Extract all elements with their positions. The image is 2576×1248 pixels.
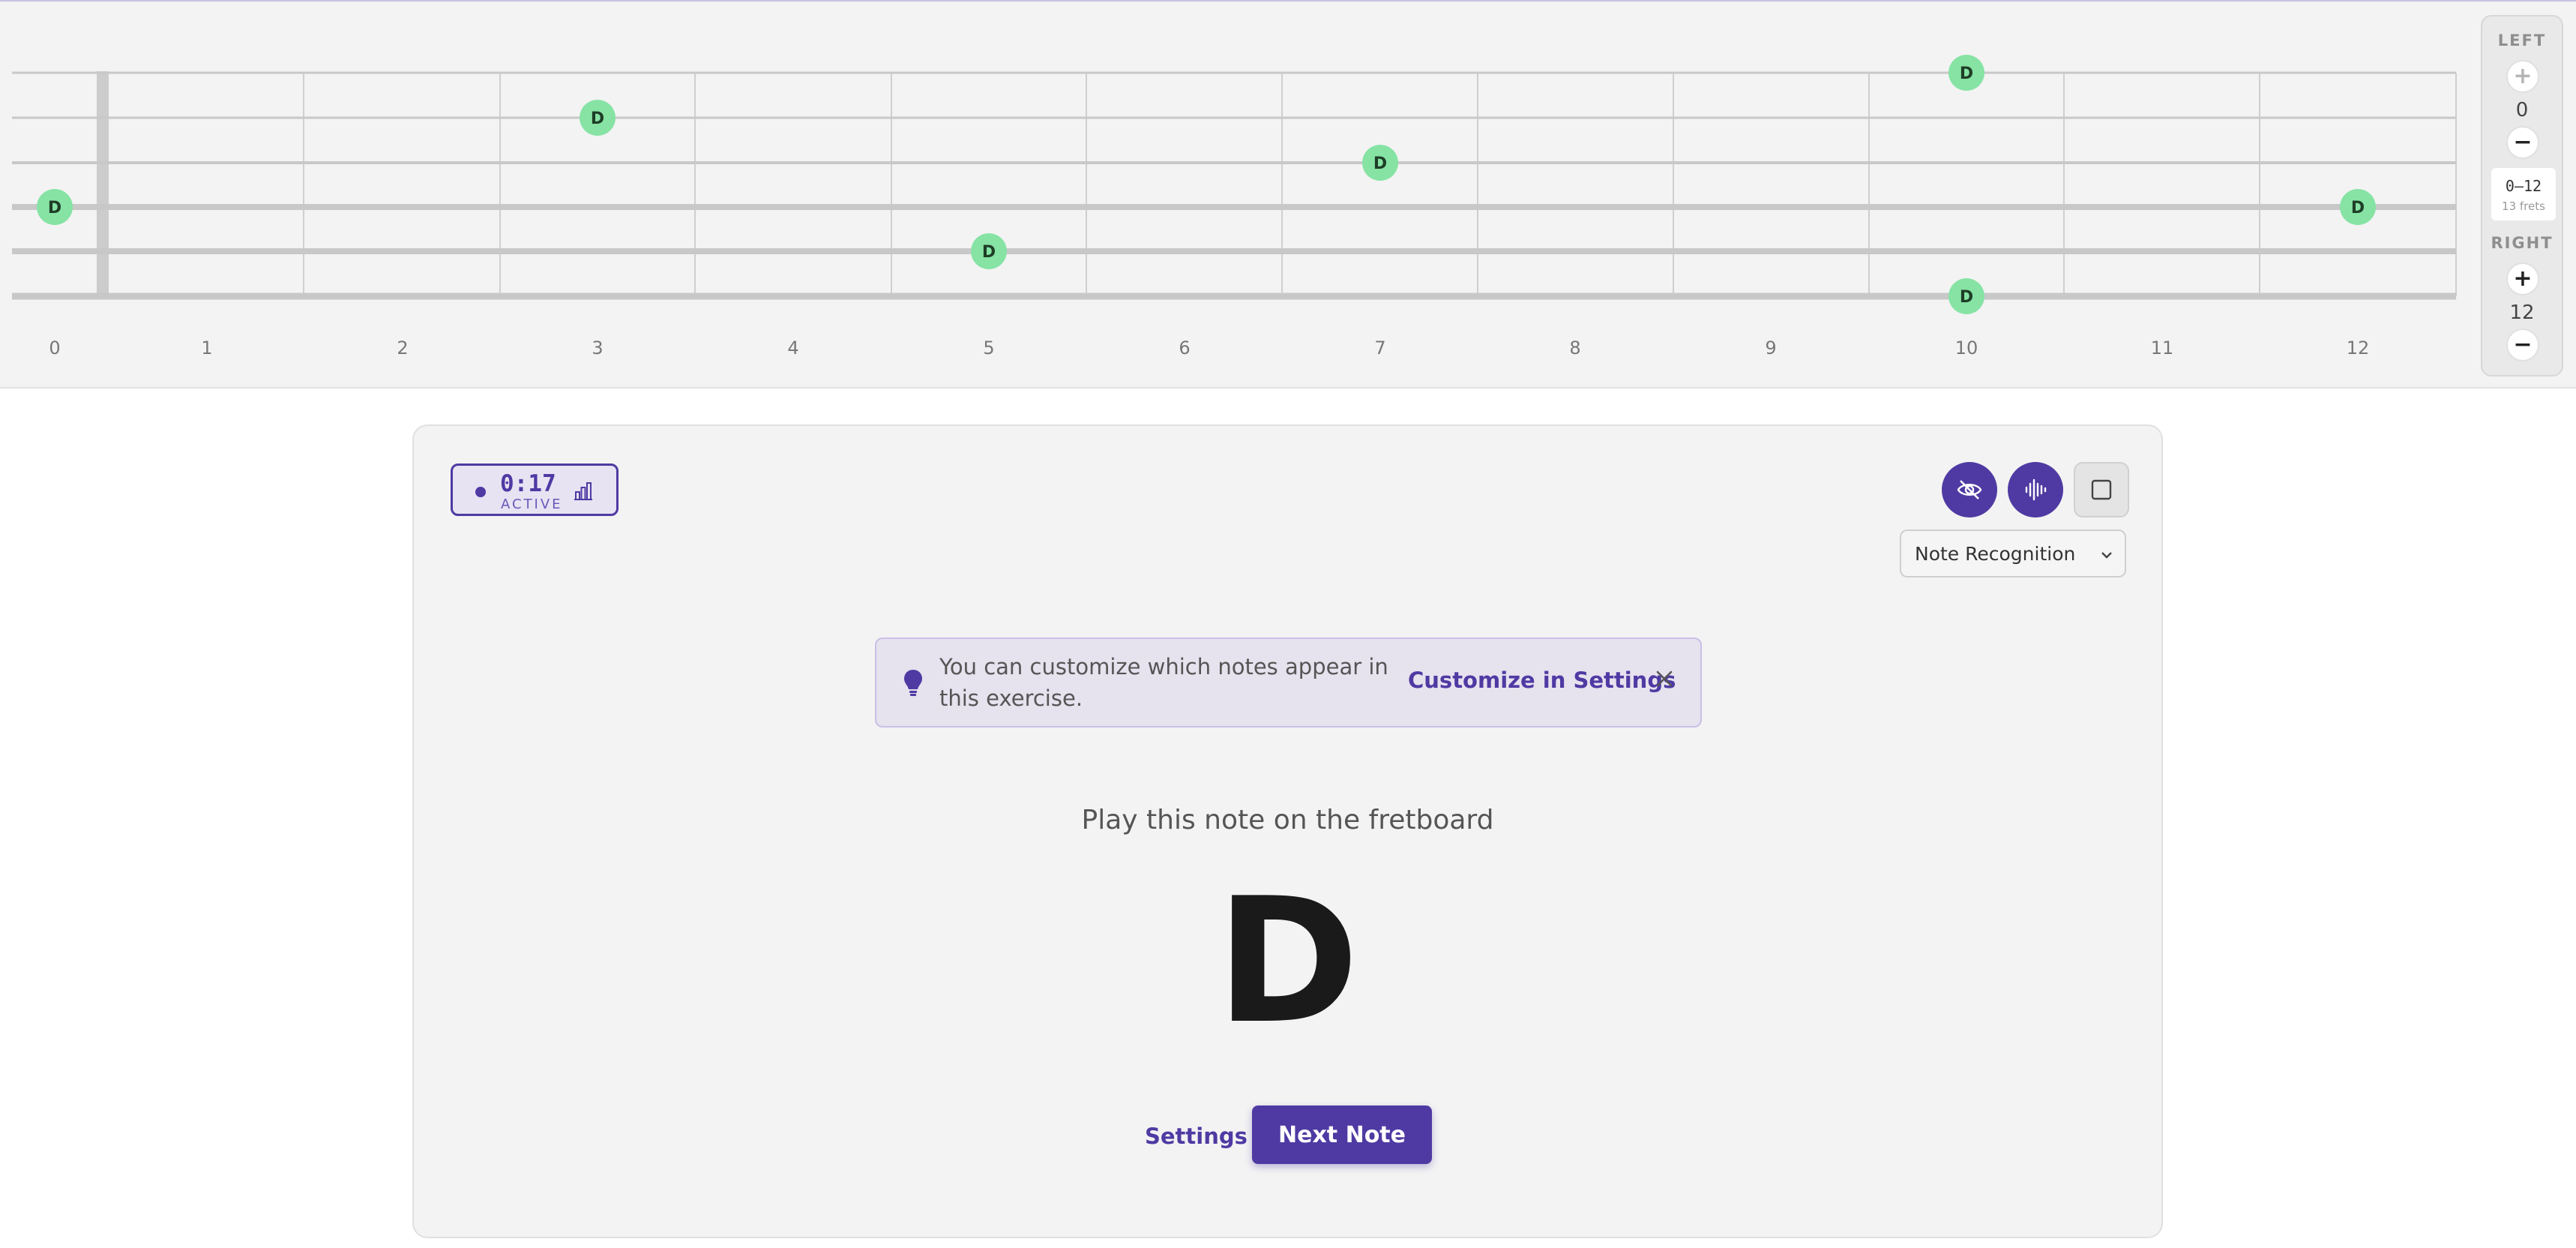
exercise-card: 0:17 ACTIVE Note Recognition You can cus… bbox=[412, 424, 2163, 1238]
note-marker-label: D bbox=[1960, 64, 1973, 83]
fret-count-text: 13 frets bbox=[2502, 200, 2545, 213]
waveform-icon bbox=[2025, 478, 2047, 501]
fret-range-controls: LEFT + 0 − 0–12 13 frets RIGHT + 12 − bbox=[2481, 15, 2563, 376]
fret-number: 8 bbox=[1569, 338, 1580, 358]
chevron-down-icon bbox=[2101, 552, 2112, 559]
fretboard-panel: 0 1 2 3 4 5 6 7 8 9 10 11 12 D D D D D D D LEFT + 0 − 0–12 … bbox=[0, 0, 2576, 388]
note-marker-label: D bbox=[48, 199, 61, 218]
close-icon[interactable] bbox=[1655, 669, 1674, 688]
timer-status: ACTIVE bbox=[501, 496, 563, 512]
fret-number: 1 bbox=[201, 338, 212, 358]
fret-number: 4 bbox=[787, 338, 798, 358]
note-marker[interactable]: D bbox=[1948, 278, 1984, 314]
exercise-prompt: Play this note on the fretboard bbox=[1081, 805, 1494, 836]
square-icon bbox=[2091, 479, 2112, 500]
note-marker-label: D bbox=[2351, 199, 2365, 218]
next-note-button[interactable]: Next Note bbox=[1252, 1106, 1432, 1164]
fret-number: 9 bbox=[1765, 338, 1776, 358]
right-value: 12 bbox=[2509, 302, 2535, 324]
fret-number: 7 bbox=[1374, 338, 1385, 358]
target-note: D bbox=[1216, 862, 1359, 1062]
eye-off-icon bbox=[1957, 480, 1982, 500]
right-increase-button[interactable]: + bbox=[2506, 262, 2539, 296]
fullscreen-button[interactable] bbox=[2074, 462, 2129, 518]
nut bbox=[97, 71, 109, 298]
bar-chart-icon[interactable] bbox=[573, 480, 594, 501]
note-marker[interactable]: D bbox=[580, 100, 616, 136]
left-value: 0 bbox=[2515, 99, 2529, 122]
session-timer[interactable]: 0:17 ACTIVE bbox=[451, 464, 619, 516]
note-marker[interactable]: D bbox=[2340, 189, 2376, 225]
fret-number: 5 bbox=[983, 338, 994, 358]
fret-number: 2 bbox=[397, 338, 408, 358]
mode-select[interactable]: Note Recognition bbox=[1900, 530, 2126, 578]
mode-select-value: Note Recognition bbox=[1915, 543, 2076, 565]
fretboard[interactable]: 0 1 2 3 4 5 6 7 8 9 10 11 12DDDD DDD bbox=[0, 2, 2474, 390]
left-increase-button[interactable]: + bbox=[2506, 60, 2539, 93]
fret-number: 12 bbox=[2347, 338, 2370, 358]
hide-notes-button[interactable] bbox=[1942, 462, 1997, 518]
note-marker[interactable]: D bbox=[971, 233, 1007, 269]
note-marker-label: D bbox=[591, 110, 604, 128]
note-marker-label: D bbox=[1373, 154, 1387, 173]
audio-input-button[interactable] bbox=[2008, 462, 2063, 518]
tip-text: You can customize which notes appear in … bbox=[939, 654, 1388, 711]
fret-number: 0 bbox=[49, 338, 60, 358]
note-marker[interactable]: D bbox=[37, 189, 73, 225]
lightbulb-icon bbox=[904, 670, 922, 696]
fret-range-text: 0–12 bbox=[2505, 177, 2542, 195]
settings-button[interactable]: Settings bbox=[1145, 1124, 1248, 1149]
fret-number: 3 bbox=[592, 338, 603, 358]
timer-time: 0:17 bbox=[500, 470, 556, 497]
left-label: LEFT bbox=[2497, 32, 2547, 50]
note-marker[interactable]: D bbox=[1362, 145, 1398, 181]
note-marker[interactable]: D bbox=[1948, 55, 1984, 91]
right-label: RIGHT bbox=[2491, 234, 2554, 252]
customize-settings-link[interactable]: Customize in Settings bbox=[1408, 668, 1676, 693]
tip-banner: You can customize which notes appear in … bbox=[875, 638, 1702, 728]
fret-number: 11 bbox=[2151, 338, 2174, 358]
fret-range-display: 0–12 13 frets bbox=[2491, 168, 2556, 220]
fret-number: 6 bbox=[1179, 338, 1190, 358]
note-marker-label: D bbox=[1960, 288, 1973, 307]
left-decrease-button[interactable]: − bbox=[2506, 126, 2539, 159]
right-decrease-button[interactable]: − bbox=[2506, 328, 2539, 362]
fret-number: 10 bbox=[1955, 338, 1978, 358]
note-marker-label: D bbox=[982, 243, 996, 262]
status-dot bbox=[475, 487, 486, 497]
